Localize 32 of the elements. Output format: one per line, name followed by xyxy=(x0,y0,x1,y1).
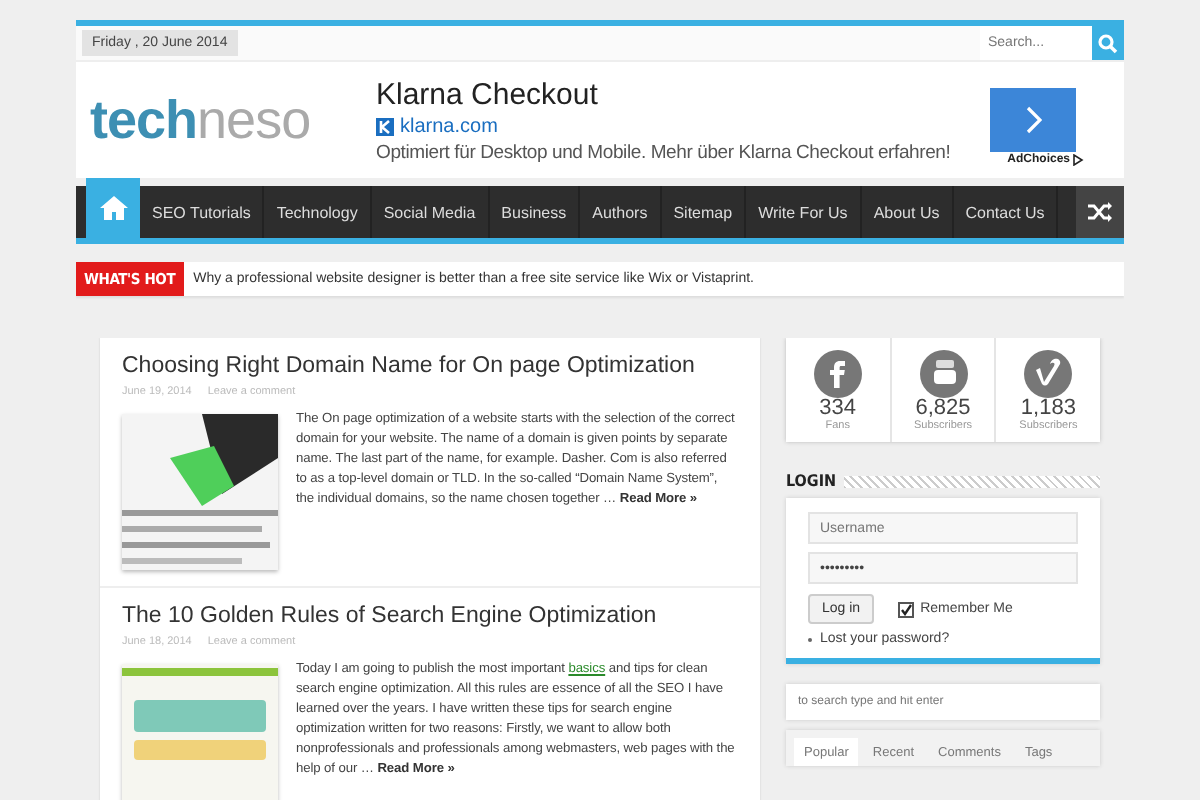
ad-title[interactable]: Klarna Checkout xyxy=(376,77,990,111)
shuffle-button[interactable] xyxy=(1076,186,1124,238)
follower-count: 334 xyxy=(819,397,857,419)
widget-heading: LOGIN xyxy=(786,472,837,490)
nav-link[interactable]: Business xyxy=(489,186,581,238)
nav-link[interactable]: Social Media xyxy=(371,186,490,238)
follower-count: 6,825 xyxy=(915,397,971,419)
site-logo[interactable]: techneso xyxy=(90,89,376,151)
nav-link[interactable]: Authors xyxy=(580,186,662,238)
facebook-icon[interactable] xyxy=(813,349,862,397)
checkmark-icon xyxy=(900,603,913,615)
nav-link[interactable]: Write For Us xyxy=(746,186,862,238)
nav-link[interactable]: Technology xyxy=(264,186,372,238)
klarna-icon xyxy=(376,117,394,135)
vimeo-icon[interactable] xyxy=(1024,349,1073,397)
play-icon xyxy=(1072,153,1084,165)
search-icon xyxy=(1098,33,1118,53)
ad-description: Optimiert für Desktop und Mobile. Mehr über Klarna Checkout erfahren! xyxy=(376,141,953,163)
home-button[interactable] xyxy=(86,178,140,238)
ad-url[interactable]: klarna.com xyxy=(400,115,498,137)
shuffle-icon xyxy=(1088,202,1112,222)
chevron-icon xyxy=(1025,105,1041,133)
nav-link[interactable]: SEO Tutorials xyxy=(140,186,265,238)
home-icon xyxy=(99,196,127,220)
nav-link[interactable]: About Us xyxy=(861,186,954,238)
post-title[interactable]: Choosing Right Domain Name for On page Optimization xyxy=(122,354,695,378)
post-title[interactable]: The 10 Golden Rules of Search Engine Optimization xyxy=(122,604,657,628)
search-button[interactable] xyxy=(1092,26,1124,60)
nav-link[interactable]: Contact Us xyxy=(953,186,1059,238)
ad-arrow-button[interactable] xyxy=(990,87,1076,151)
nav-link[interactable]: Sitemap xyxy=(661,186,747,238)
follower-count: 1,183 xyxy=(1020,397,1076,419)
